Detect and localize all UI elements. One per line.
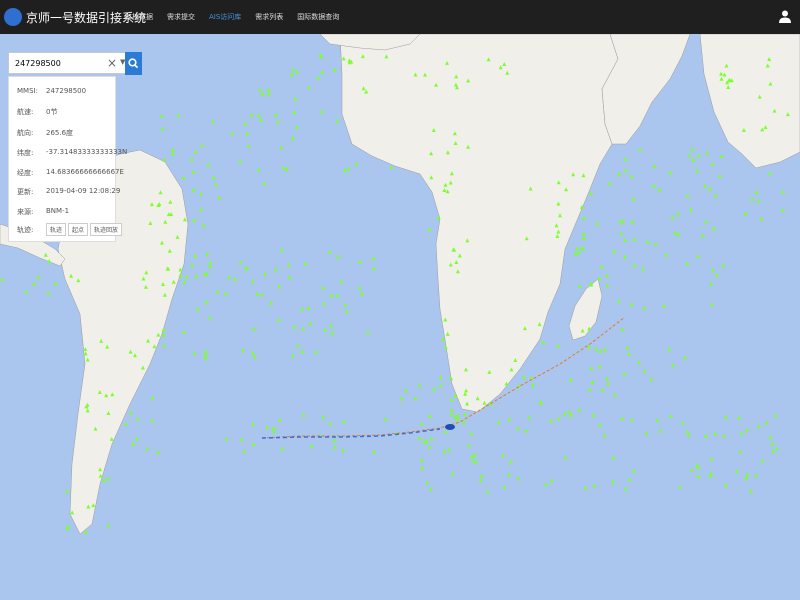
vessel-position-marker	[445, 424, 455, 430]
info-label: 航速:	[17, 108, 34, 116]
info-label: MMSI:	[17, 87, 38, 95]
info-value: 14.68366666666667E	[46, 168, 124, 176]
nav-ais-access[interactable]: AIS访问库	[202, 0, 248, 34]
globe-logo-icon	[4, 8, 22, 26]
info-value: 265.6度	[46, 129, 74, 137]
nav-archive-data[interactable]: 存档数据	[118, 0, 160, 34]
nav-international-query[interactable]: 国际数据查询	[290, 0, 346, 34]
info-label: 更新:	[17, 188, 34, 196]
info-label: 纬度:	[17, 149, 34, 157]
track-button[interactable]: 轨迹	[46, 223, 67, 236]
nav-submit-request[interactable]: 需求提交	[160, 0, 202, 34]
info-value: 247298500	[46, 87, 87, 95]
track-playback-button[interactable]: 轨迹回放	[90, 223, 123, 236]
info-label: 经度:	[17, 169, 34, 177]
info-value: 2019-04-09 12:08:29	[46, 187, 121, 195]
world-map[interactable]	[0, 34, 800, 600]
info-label: 航向:	[17, 129, 34, 137]
user-icon[interactable]	[778, 9, 792, 23]
info-label: 轨迹:	[17, 226, 34, 234]
main-nav: 存档数据 需求提交 AIS访问库 需求列表 国际数据查询	[118, 0, 346, 34]
search-button[interactable]	[125, 52, 142, 75]
close-icon[interactable]: ×	[107, 56, 117, 70]
top-bar: 京师一号数据引接系统 存档数据 需求提交 AIS访问库 需求列表 国际数据查询	[0, 0, 800, 34]
mmsi-search-input[interactable]	[9, 53, 107, 73]
search-icon	[128, 58, 139, 69]
mmsi-search-box: × ▼	[8, 52, 141, 74]
info-value: 0节	[46, 108, 58, 116]
track-button-row: 轨迹 起点 轨迹回放	[46, 223, 123, 236]
start-point-button[interactable]: 起点	[68, 223, 89, 236]
vessel-info-panel: MMSI: 247298500 航速: 0节 航向: 265.6度 纬度: -3…	[8, 76, 127, 242]
info-value: -37.31483333333333N	[46, 148, 128, 156]
nav-request-list[interactable]: 需求列表	[248, 0, 290, 34]
info-label: 来源:	[17, 208, 34, 216]
info-value: BNM-1	[46, 207, 70, 215]
